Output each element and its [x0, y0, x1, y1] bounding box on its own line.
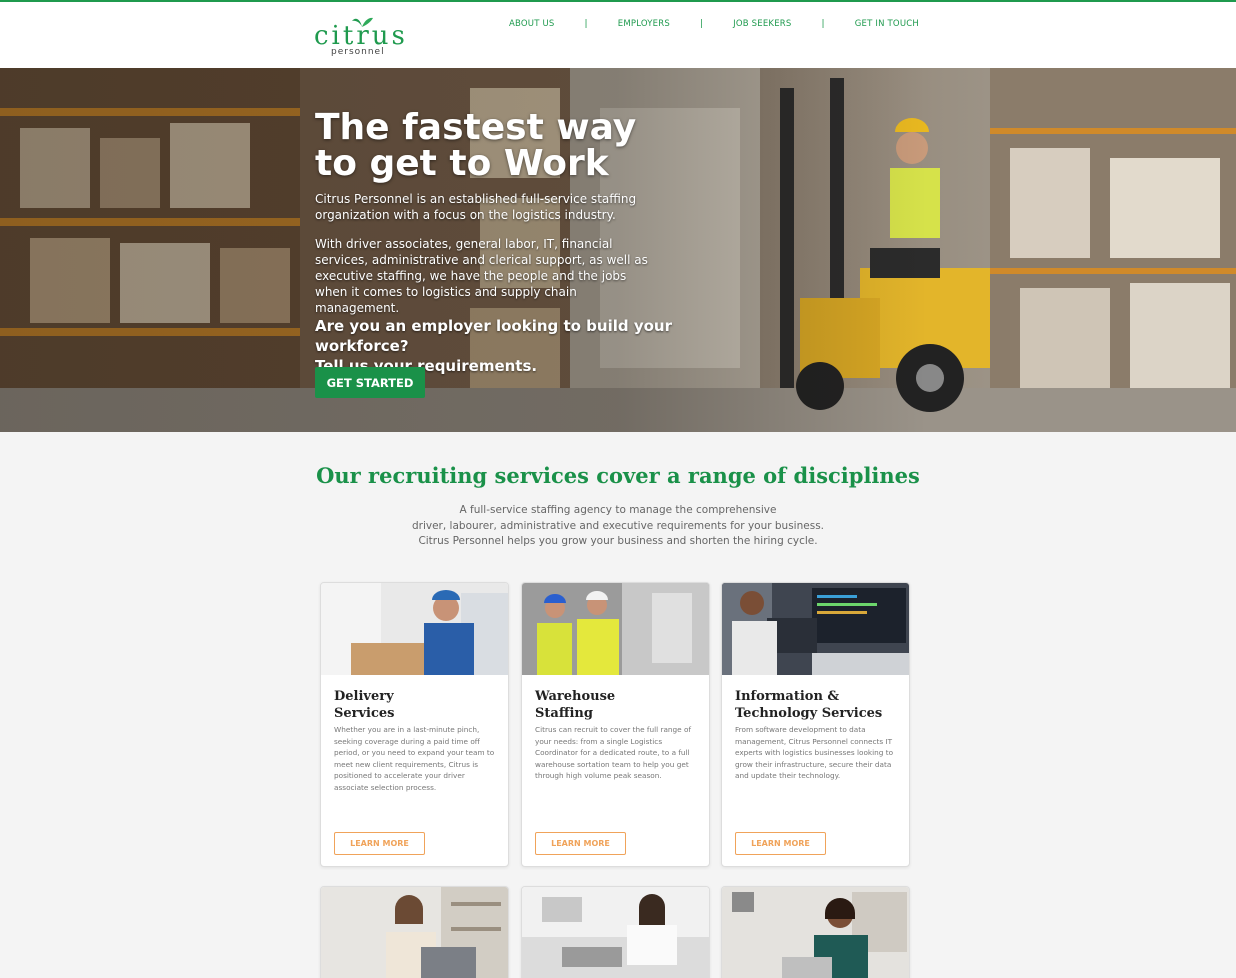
hero-banner: The fastest way to get to Work Citrus Pe… [0, 68, 1236, 432]
nav-job-seekers[interactable]: JOB SEEKERS [733, 19, 791, 29]
learn-more-button[interactable]: LEARN MORE [334, 832, 425, 855]
card-title-line: Information & [735, 689, 840, 704]
services-subtitle-line: A full-service staffing agency to manage… [459, 504, 777, 516]
card-title: Delivery Services [334, 688, 504, 722]
card-title: Information & Technology Services [735, 688, 905, 722]
citrus-logo[interactable]: citrus personnel [314, 16, 405, 60]
hero-description: With driver associates, general labor, I… [315, 237, 648, 315]
main-nav: ABOUT US | EMPLOYERS | JOB SEEKERS | GET… [509, 19, 919, 29]
services-title: Our recruiting services cover a range of… [316, 463, 920, 488]
nav-employers[interactable]: EMPLOYERS [618, 19, 670, 29]
it-developer-image [722, 583, 909, 675]
office-desk-woman-image [522, 887, 709, 978]
hero-title-line: The fastest way [315, 107, 637, 148]
office-woman-laptop-image [321, 887, 508, 978]
nav-separator: | [699, 19, 704, 29]
card-title: Warehouse Staffing [535, 688, 705, 722]
card-text: From software development to data manage… [735, 725, 894, 781]
hero-title-line: to get to Work [315, 143, 609, 184]
businesswoman-portrait-image [722, 887, 909, 978]
card-title-line: Delivery [334, 689, 394, 704]
learn-more-button[interactable]: LEARN MORE [735, 832, 826, 855]
logo-subtitle: personnel [331, 47, 385, 57]
hero-title: The fastest way to get to Work [315, 110, 735, 182]
hero-cta-line: Are you an employer looking to build you… [315, 317, 672, 355]
service-card-row2 [721, 886, 910, 978]
card-title-line: Services [334, 706, 395, 721]
delivery-worker-image [321, 583, 508, 675]
services-subtitle-line: driver, labourer, administrative and exe… [411, 519, 824, 532]
hero-intro: Citrus Personnel is an established full-… [315, 192, 637, 222]
nav-separator: | [584, 19, 588, 29]
card-title-line: Technology Services [735, 706, 883, 721]
service-card-it: Information & Technology Services From s… [721, 582, 910, 867]
services-subtitle-line: Citrus Personnel helps you grow your bus… [418, 535, 818, 547]
card-title-line: Warehouse [535, 689, 616, 704]
logo-wordmark: citrus [314, 21, 408, 51]
service-card-warehouse: Warehouse Staffing Citrus can recruit to… [521, 582, 710, 867]
service-card-row2 [320, 886, 509, 978]
get-started-button[interactable]: GET STARTED [315, 367, 425, 398]
services-subtitle: A full-service staffing agency to manage… [368, 503, 868, 550]
nav-get-in-touch[interactable]: GET IN TOUCH [855, 19, 919, 29]
card-text: Whether you are in a last-minute pinch, … [334, 725, 495, 792]
card-text: Citrus can recruit to cover the full ran… [535, 725, 692, 781]
card-title-line: Staffing [535, 706, 593, 721]
service-card-delivery: Delivery Services Whether you are in a l… [320, 582, 509, 867]
warehouse-workers-image [522, 583, 709, 675]
learn-more-button[interactable]: LEARN MORE [535, 832, 626, 855]
site-header: citrus personnel ABOUT US | EMPLOYERS | … [0, 2, 1236, 68]
service-card-row2 [521, 886, 710, 978]
nav-separator: | [821, 19, 825, 29]
nav-about-us[interactable]: ABOUT US [509, 19, 555, 29]
